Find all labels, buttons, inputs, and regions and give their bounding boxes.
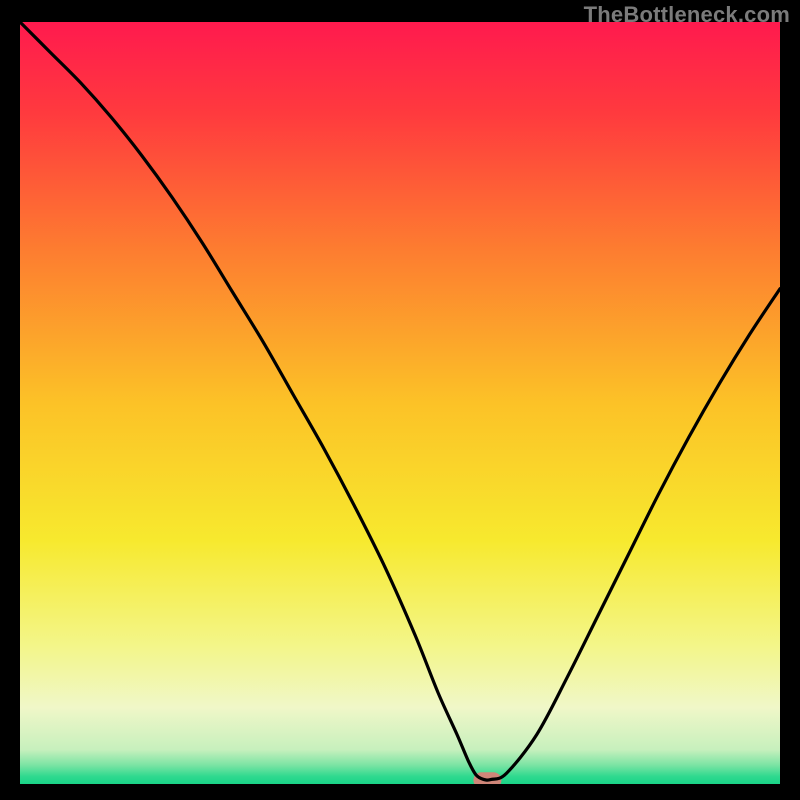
attribution-text: TheBottleneck.com <box>584 2 790 28</box>
plot-area <box>20 22 780 784</box>
chart-frame: TheBottleneck.com <box>0 0 800 800</box>
gradient-rect <box>20 22 780 784</box>
chart-svg <box>20 22 780 784</box>
